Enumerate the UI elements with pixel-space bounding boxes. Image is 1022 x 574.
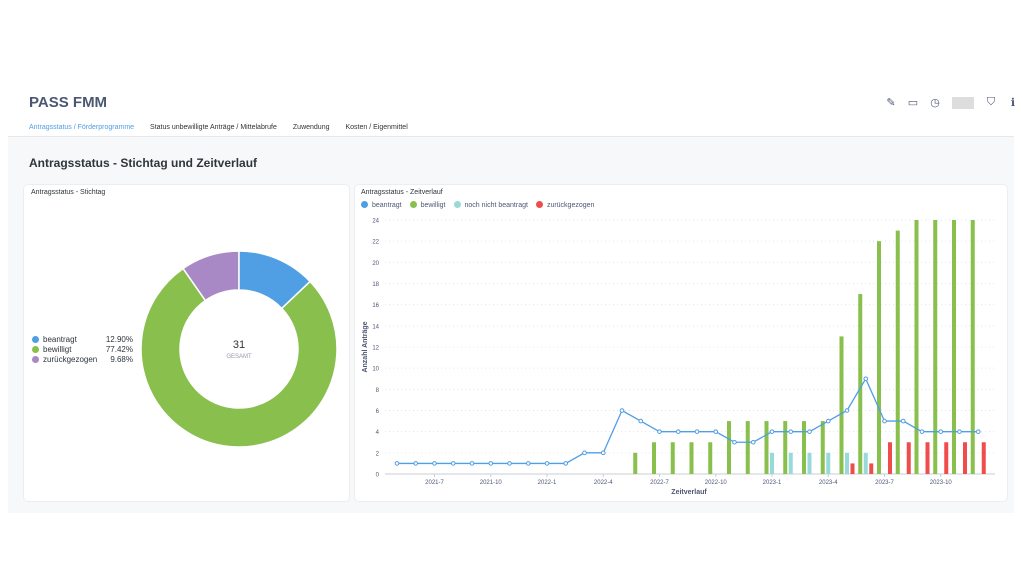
point-beantragt[interactable] [732,439,737,445]
point-beantragt[interactable] [413,461,419,466]
point-beantragt[interactable] [694,429,700,434]
point-beantragt[interactable] [600,450,606,456]
x-tick-label: 2022-10 [705,480,728,486]
point-beantragt[interactable] [863,376,869,382]
point-beantragt[interactable] [900,418,906,424]
point-beantragt[interactable] [432,461,437,466]
bar-bewilligt[interactable] [839,336,844,474]
bar-bewilligt[interactable] [689,442,694,474]
point-beantragt[interactable] [844,408,850,413]
bar-zurückgezogen[interactable] [963,442,967,474]
point-beantragt[interactable] [544,461,550,466]
point-beantragt[interactable] [469,461,475,466]
point-beantragt[interactable] [619,408,625,413]
bar-bewilligt[interactable] [633,452,638,474]
x-tick-label: 2022-1 [538,480,557,486]
time-series-chart: Anzahl Anträge Zeitverlauf 0246810121416… [362,219,995,496]
y-tick-label: 6 [376,409,380,415]
bar-noch-nicht-beantragt[interactable] [788,452,793,474]
point-beantragt[interactable] [525,461,531,466]
x-axis-label: Zeitverlauf [671,489,707,496]
x-tick-label: 2023-1 [763,480,782,486]
y-tick-label: 20 [372,261,379,267]
point-beantragt[interactable] [919,429,925,434]
y-tick-label: 18 [372,282,379,288]
y-tick-label: 22 [372,240,379,246]
point-beantragt[interactable] [657,429,662,434]
bar-bewilligt[interactable] [764,421,769,474]
point-beantragt[interactable] [675,429,681,434]
point-beantragt[interactable] [563,461,569,466]
bar-bewilligt[interactable] [802,421,806,474]
bar-zurückgezogen[interactable] [850,463,855,474]
point-beantragt[interactable] [582,450,587,456]
y-tick-label: 8 [376,388,380,394]
bar-zurückgezogen[interactable] [869,463,874,474]
x-tick-label: 2022-4 [594,480,613,486]
x-tick-label: 2021-7 [425,480,444,486]
bar-bewilligt[interactable] [820,421,825,474]
y-tick-label: 12 [372,346,379,352]
bar-zurückgezogen[interactable] [906,442,911,474]
point-beantragt[interactable] [488,461,494,466]
bar-zurückgezogen[interactable] [944,442,949,474]
bar-noch-nicht-beantragt[interactable] [863,452,868,474]
point-beantragt[interactable] [638,418,644,424]
y-tick-label: 4 [376,430,380,436]
y-tick-label: 2 [376,451,380,457]
bar-bewilligt[interactable] [858,294,863,474]
bar-bewilligt[interactable] [783,421,788,474]
x-tick-label: 2023-4 [819,480,838,486]
y-tick-label: 16 [372,303,379,309]
x-tick-label: 2021-10 [480,480,503,486]
bar-bewilligt[interactable] [877,241,881,474]
bar-bewilligt[interactable] [727,421,731,474]
bar-bewilligt[interactable] [952,220,956,474]
x-tick-label: 2022-7 [650,480,669,486]
bar-bewilligt[interactable] [670,442,675,474]
bar-bewilligt[interactable] [708,442,713,474]
bar-bewilligt[interactable] [895,230,900,474]
y-tick-label: 10 [372,367,379,373]
bar-bewilligt[interactable] [933,220,938,474]
point-beantragt[interactable] [975,429,981,434]
point-beantragt[interactable] [788,429,794,434]
bar-noch-nicht-beantragt[interactable] [826,452,831,474]
bar-noch-nicht-beantragt[interactable] [845,452,849,474]
point-beantragt[interactable] [450,461,456,466]
x-tick-label: 2023-10 [930,480,953,486]
bar-noch-nicht-beantragt[interactable] [807,452,812,474]
bar-bewilligt[interactable] [914,220,919,474]
y-axis-label: Anzahl Anträge [362,321,369,372]
point-beantragt[interactable] [713,429,719,434]
point-beantragt[interactable] [807,429,812,434]
point-beantragt[interactable] [394,461,400,466]
bar-zurückgezogen[interactable] [888,442,892,474]
point-beantragt[interactable] [882,418,887,424]
point-beantragt[interactable] [938,429,944,434]
bar-zurückgezogen[interactable] [981,442,986,474]
point-beantragt[interactable] [769,429,775,434]
point-beantragt[interactable] [750,439,756,445]
x-tick-label: 2023-7 [875,480,894,486]
bar-zurückgezogen[interactable] [925,442,930,474]
point-beantragt[interactable] [507,461,512,466]
bar-bewilligt[interactable] [970,220,975,474]
bar-noch-nicht-beantragt[interactable] [770,452,774,474]
y-tick-label: 14 [372,324,379,330]
point-beantragt[interactable] [957,429,962,434]
bar-bewilligt[interactable] [745,421,750,474]
y-tick-label: 0 [376,473,380,479]
y-tick-label: 24 [372,219,379,225]
bar-bewilligt[interactable] [652,442,656,474]
point-beantragt[interactable] [825,418,831,424]
